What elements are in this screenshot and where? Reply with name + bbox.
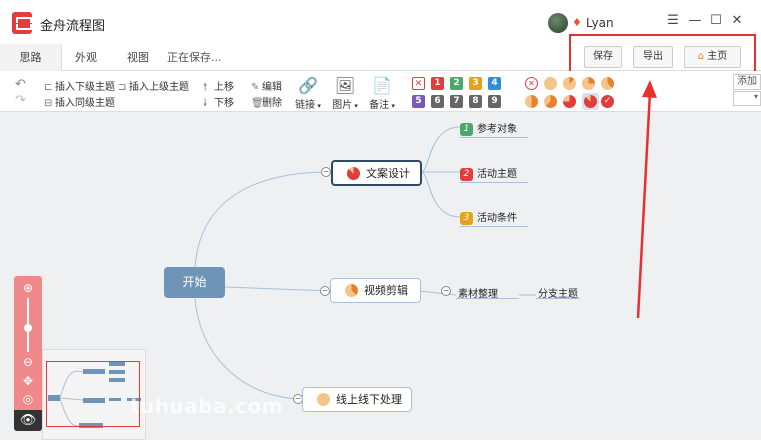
zoom-slider-handle[interactable] [24,324,32,332]
zoom-in-icon[interactable]: ⊕ [20,280,36,296]
move-icon[interactable]: ✥ [20,373,36,389]
watermark: tuhuaba.com [130,394,284,418]
minimap-viewport[interactable] [46,361,140,427]
zoom-out-icon[interactable]: ⊖ [20,354,36,370]
zoom-panel: ⊕ ⊖ ✥ ◎ 👁 [14,276,42,431]
target-icon[interactable]: ◎ [20,391,36,407]
eye-icon[interactable]: 👁 [14,410,42,431]
